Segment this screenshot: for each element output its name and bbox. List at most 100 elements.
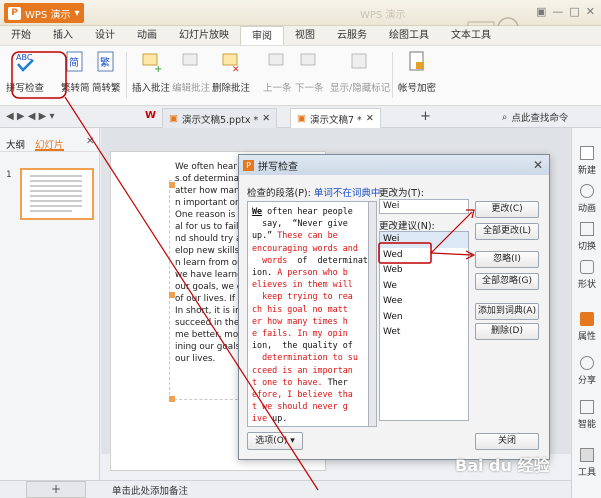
smart-icon	[580, 400, 594, 414]
notes-placeholder[interactable]: 单击此处添加备注	[112, 483, 188, 497]
slide-text-line: me better, more	[175, 330, 248, 340]
delete-comment-label: 删除批注	[212, 83, 251, 94]
suggestion-item[interactable]: Wee	[380, 294, 468, 310]
minimize-icon[interactable]: —	[552, 5, 563, 18]
trad-to-simp-button[interactable]: 简 繁转简	[61, 50, 90, 94]
menu-cloud[interactable]: 云服务	[326, 26, 378, 45]
skin-icon[interactable]: ▣	[536, 5, 546, 18]
close-icon[interactable]: ✕	[586, 5, 595, 18]
task-share[interactable]: 分享	[572, 356, 601, 386]
change-to-label: 更改为(T):	[379, 188, 424, 199]
options-label: 选项(O)	[255, 436, 288, 446]
tab-document-7[interactable]: ▣ 演示文稿7 * ✕	[290, 108, 381, 128]
add-to-dictionary-button[interactable]: 添加到词典(A)	[475, 303, 539, 320]
close-icon[interactable]: ✕	[533, 158, 543, 172]
transition-icon	[580, 222, 594, 236]
lock-document-icon	[409, 51, 424, 71]
task-properties[interactable]: 属性	[572, 312, 601, 342]
trad-to-simp-icon: 简	[66, 51, 83, 72]
suggestion-item[interactable]: Wei	[380, 232, 468, 248]
share-icon	[580, 356, 594, 370]
new-tab-icon[interactable]: +	[420, 109, 431, 124]
change-to-input[interactable]: Wei	[379, 199, 469, 214]
prev-comment-button[interactable]: 上一条	[263, 50, 292, 94]
suggestion-item[interactable]: Web	[380, 263, 468, 279]
show-hide-markup-button[interactable]: 显示/隐藏标记	[330, 50, 390, 94]
tab-nav-icons[interactable]: ◀ ▶ ◀ ▶ ▾	[6, 111, 55, 122]
wps-w-icon[interactable]: W	[145, 110, 156, 121]
tab-close-icon[interactable]: ✕	[262, 113, 270, 124]
ignore-all-button[interactable]: 全部忽略(G)	[475, 273, 539, 290]
wps-logo-icon: P	[8, 6, 21, 20]
close-panel-icon[interactable]: ✕	[86, 136, 94, 147]
suggestion-item[interactable]: Wed	[380, 248, 468, 264]
insert-comment-button[interactable]: + 插入批注	[132, 50, 170, 94]
command-search[interactable]: ⌕ 点此查找命令	[502, 110, 569, 125]
delete-button[interactable]: 删除(D)	[475, 323, 539, 340]
task-animation[interactable]: 动画	[572, 184, 601, 214]
trad-to-simp-label: 繁转简	[61, 83, 90, 94]
show-hide-markup-icon	[351, 53, 367, 69]
spell-check-icon: ABC	[16, 53, 34, 72]
tab-slides[interactable]: 幻灯片	[35, 137, 64, 151]
suggestions-label: 更改建议(N):	[379, 221, 435, 232]
spell-check-button[interactable]: ABC 拼写检查	[6, 50, 44, 94]
sentence-textarea[interactable]: We often hear people say, “Never give up…	[247, 201, 369, 427]
add-slide-button[interactable]: +	[26, 481, 86, 498]
selection-handle[interactable]	[169, 396, 175, 402]
options-button[interactable]: 选项(O) ▾	[247, 432, 303, 450]
suggestion-item[interactable]: Wet	[380, 325, 468, 341]
watermark: Bai du 经验	[455, 456, 550, 475]
sentence-scrollbar[interactable]	[369, 201, 377, 427]
suggestion-item[interactable]: We	[380, 279, 468, 295]
delete-comment-button[interactable]: ✕ 删除批注	[212, 50, 250, 94]
task-shape[interactable]: 形状	[572, 260, 601, 290]
menu-view[interactable]: 视图	[284, 26, 326, 45]
simp-to-trad-icon: 繁	[97, 51, 114, 72]
menu-review[interactable]: 审阅	[240, 26, 284, 45]
suggestion-item[interactable]: Wen	[380, 310, 468, 326]
edit-comment-button[interactable]: 编辑批注	[172, 50, 210, 94]
ghost-app-title: WPS 演示	[360, 10, 406, 21]
animation-icon	[580, 184, 594, 198]
ignore-button[interactable]: 忽略(I)	[475, 251, 539, 268]
task-tools[interactable]: 工具	[572, 448, 601, 478]
edit-comment-label: 编辑批注	[172, 83, 211, 94]
simp-to-trad-button[interactable]: 繁 简转繁	[92, 50, 121, 94]
account-encrypt-button[interactable]: 帐号加密	[398, 50, 436, 94]
command-search-label: 点此查找命令	[511, 113, 569, 124]
thumbnail-text-lines	[30, 175, 82, 212]
tab-outline[interactable]: 大纲	[6, 137, 25, 151]
change-button[interactable]: 更改(C)	[475, 201, 539, 218]
menu-text-tools[interactable]: 文本工具	[440, 26, 502, 45]
tab-close-icon[interactable]: ✕	[366, 113, 374, 124]
slide-text-line: n important one	[175, 198, 246, 208]
change-all-button[interactable]: 全部更改(L)	[475, 223, 539, 240]
suggestion-list[interactable]: Wei Wed Web We Wee Wen Wet	[379, 231, 469, 421]
menu-slideshow[interactable]: 幻灯片放映	[168, 26, 240, 45]
task-new[interactable]: 新建	[572, 146, 601, 176]
next-comment-label: 下一条	[295, 83, 324, 94]
task-smart[interactable]: 智能	[572, 400, 601, 430]
svg-text:繁: 繁	[100, 56, 110, 69]
ribbon: ABC 拼写检查 简 繁转简 繁 简转繁 + 插入批注 编辑批注 ✕ 删除批注 …	[0, 46, 601, 106]
menu-start[interactable]: 开始	[0, 26, 42, 45]
svg-text:+: +	[154, 64, 162, 74]
task-transition[interactable]: 切换	[572, 222, 601, 252]
app-menu-button[interactable]: P WPS 演示 ▾	[4, 3, 84, 23]
right-task-bar: 新建 动画 切换 形状 属性 分享 智能 工具	[571, 128, 601, 498]
slide-number: 1	[6, 170, 12, 180]
ppt-file-icon: ▣	[169, 113, 178, 124]
menu-insert[interactable]: 插入	[42, 26, 84, 45]
toolbox-icon	[580, 448, 594, 462]
close-button[interactable]: 关闭	[475, 433, 539, 450]
menu-drawing-tools[interactable]: 绘图工具	[378, 26, 440, 45]
menu-design[interactable]: 设计	[84, 26, 126, 45]
tab-document-5[interactable]: ▣ 演示文稿5.pptx * ✕	[162, 108, 278, 128]
maximize-icon[interactable]: □	[569, 5, 579, 18]
menu-animation[interactable]: 动画	[126, 26, 168, 45]
slide-thumbnail[interactable]	[20, 168, 94, 220]
menu-bar: 开始 插入 设计 动画 幻灯片放映 审阅 视图 云服务 绘图工具 文本工具	[0, 26, 601, 46]
next-comment-button[interactable]: 下一条	[295, 50, 324, 94]
not-in-dictionary-label: 单词不在词典中	[313, 188, 381, 199]
